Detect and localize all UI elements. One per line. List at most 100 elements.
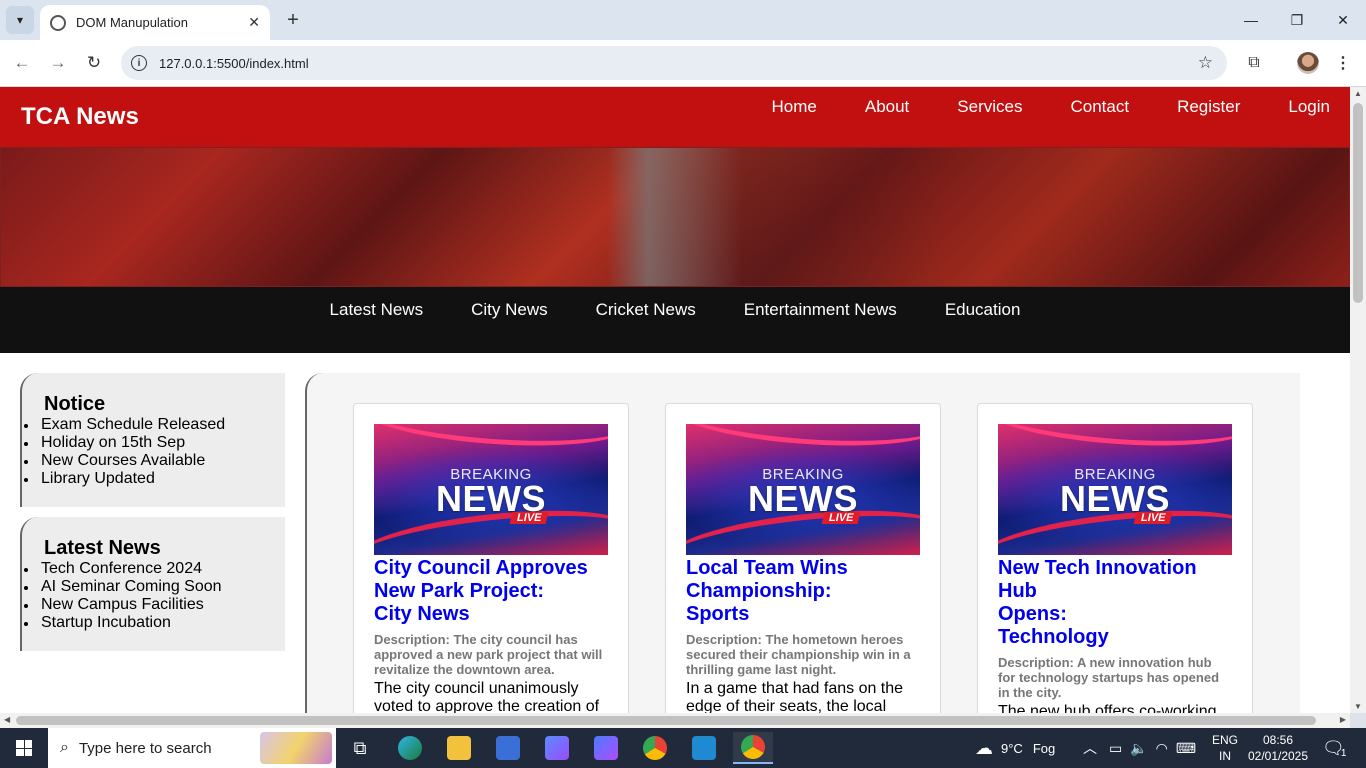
lang-line1: ENG	[1212, 733, 1239, 747]
scroll-down-arrow-icon[interactable]: ▼	[1354, 702, 1362, 711]
volume-icon[interactable]: 🔈	[1130, 740, 1147, 757]
search-highlight-image	[260, 732, 332, 764]
news-card: BREAKING NEWS LIVE Local Team Wins Champ…	[665, 403, 941, 713]
windows-logo-icon	[16, 740, 32, 756]
wifi-icon[interactable]: ◠	[1156, 740, 1168, 757]
minimize-button[interactable]: ―	[1228, 0, 1274, 40]
category-cricket-news[interactable]: Cricket News	[596, 300, 696, 353]
notice-item: Library Updated	[41, 470, 285, 488]
nav-home[interactable]: Home	[772, 97, 817, 117]
category-education[interactable]: Education	[945, 300, 1021, 353]
card-body: In a game that had fans on the edge of t…	[686, 680, 904, 713]
card-body: The city council unanimously voted to ap…	[374, 680, 600, 713]
weather-text: Fog	[1032, 740, 1056, 756]
site-header: TCA News Home About Services Contact Reg…	[0, 87, 1350, 147]
taskbar-search[interactable]: ⌕ Type here to search	[48, 728, 336, 768]
chevron-up-icon[interactable]: ︿	[1083, 738, 1097, 758]
chrome-active-icon[interactable]	[733, 732, 773, 764]
close-tab-icon[interactable]: ✕	[248, 14, 260, 31]
forward-button[interactable]: →	[45, 50, 71, 76]
globe-icon	[50, 14, 66, 31]
latest-news-item: Startup Incubation	[41, 614, 285, 632]
tab-search-button[interactable]: ▾	[6, 6, 34, 34]
horizontal-scrollbar[interactable]: ◀ ▶	[0, 713, 1350, 728]
new-tab-button[interactable]: +	[283, 8, 303, 32]
news-card: BREAKING NEWS LIVE City Council Approves…	[353, 403, 629, 713]
card-headline[interactable]: City Council Approves New Park Project: …	[374, 557, 608, 626]
app-icon[interactable]	[586, 732, 626, 764]
image-news-text: NEWS	[436, 478, 546, 519]
weather-temp: 9°C	[1001, 740, 1023, 756]
address-bar[interactable]: i 127.0.0.1:5500/index.html ☆	[121, 46, 1227, 80]
extensions-icon[interactable]: ⧉	[1243, 52, 1265, 74]
notice-box: Notice Exam Schedule Released Holiday on…	[20, 373, 285, 507]
latest-news-item: Tech Conference 2024	[41, 560, 285, 578]
latest-news-list: Tech Conference 2024 AI Seminar Coming S…	[41, 560, 285, 632]
vscode-icon[interactable]	[684, 732, 724, 764]
card-description: Description: The hometown heroes secured…	[686, 632, 911, 677]
bookmark-star-icon[interactable]: ☆	[1198, 53, 1213, 73]
card-description: Description: The city council has approv…	[374, 632, 603, 677]
card-description: Description: A new innovation hub for te…	[998, 655, 1220, 700]
edge-icon[interactable]	[390, 732, 430, 764]
profile-avatar[interactable]	[1297, 52, 1319, 74]
keyboard-icon[interactable]: ⌨	[1176, 740, 1196, 757]
scroll-right-arrow-icon[interactable]: ▶	[1340, 715, 1346, 724]
arrow-left-icon: ←	[13, 53, 31, 72]
notice-item: Exam Schedule Released	[41, 416, 285, 434]
reload-button[interactable]: ↻	[81, 50, 107, 76]
language-indicator[interactable]: ENG IN	[1212, 728, 1238, 768]
site-info-icon[interactable]: i	[131, 55, 147, 71]
browser-toolbar: ← → ↻ i 127.0.0.1:5500/index.html ☆ ⧉ ⋮	[0, 40, 1366, 87]
category-city-news[interactable]: City News	[471, 300, 548, 353]
category-entertainment-news[interactable]: Entertainment News	[744, 300, 897, 353]
latest-news-title: Latest News	[44, 537, 161, 559]
taskbar-search-placeholder: Type here to search	[78, 739, 212, 757]
battery-icon[interactable]: ▭	[1109, 740, 1122, 757]
browser-tab[interactable]: DOM Manupulation ✕	[40, 5, 270, 40]
weather-widget[interactable]: ☁ 9°C Fog	[975, 728, 1055, 768]
nav-register[interactable]: Register	[1177, 97, 1240, 117]
system-tray: ︿ ▭ 🔈 ◠ ⌨	[1083, 728, 1196, 768]
close-window-button[interactable]: ✕	[1320, 0, 1366, 40]
file-explorer-icon[interactable]	[439, 732, 479, 764]
card-headline[interactable]: New Tech Innovation Hub Opens: Technolog…	[998, 557, 1232, 649]
menu-kebab-icon[interactable]: ⋮	[1332, 52, 1354, 74]
clock-date: 02/01/2025	[1247, 749, 1309, 763]
start-button[interactable]	[0, 728, 48, 768]
card-category: City News	[374, 603, 470, 625]
headline-line: Local Team Wins	[686, 557, 848, 579]
chrome-icon[interactable]	[635, 732, 675, 764]
store-icon[interactable]	[488, 732, 528, 764]
headline-line: New Park Project:	[374, 580, 545, 602]
latest-news-box: Latest News Tech Conference 2024 AI Semi…	[20, 517, 285, 651]
notice-list: Exam Schedule Released Holiday on 15th S…	[41, 416, 285, 488]
nav-services[interactable]: Services	[957, 97, 1022, 117]
notice-item: Holiday on 15th Sep	[41, 434, 285, 452]
weather-cloud-icon: ☁	[975, 737, 993, 758]
image-decoration	[998, 424, 1232, 454]
back-button[interactable]: ←	[9, 50, 35, 76]
notification-center[interactable]: 🗨 1	[1322, 728, 1346, 768]
restore-button[interactable]: ❐	[1274, 0, 1320, 40]
image-decoration	[686, 424, 920, 454]
news-card: BREAKING NEWS LIVE New Tech Innovation H…	[977, 403, 1253, 713]
latest-news-item: AI Seminar Coming Soon	[41, 578, 285, 596]
vertical-scroll-thumb[interactable]	[1353, 103, 1363, 303]
category-latest-news[interactable]: Latest News	[330, 300, 424, 353]
scroll-up-arrow-icon[interactable]: ▲	[1354, 89, 1362, 98]
power-automate-icon[interactable]	[537, 732, 577, 764]
nav-contact[interactable]: Contact	[1070, 97, 1129, 117]
scroll-left-arrow-icon[interactable]: ◀	[4, 715, 10, 724]
arrow-right-icon: →	[49, 53, 67, 72]
nav-about[interactable]: About	[865, 97, 909, 117]
horizontal-scroll-thumb[interactable]	[16, 716, 1316, 725]
clock[interactable]: 08:56 02/01/2025	[1248, 728, 1308, 768]
site-logo[interactable]: TCA News	[21, 103, 139, 131]
url-text[interactable]: 127.0.0.1:5500/index.html	[159, 56, 1198, 71]
task-view-icon[interactable]: ⧉	[340, 732, 380, 764]
nav-login[interactable]: Login	[1288, 97, 1330, 117]
vertical-scrollbar[interactable]: ▲ ▼	[1350, 87, 1366, 713]
breaking-news-image: BREAKING NEWS LIVE	[686, 424, 920, 555]
card-headline[interactable]: Local Team Wins Championship: Sports	[686, 557, 920, 626]
